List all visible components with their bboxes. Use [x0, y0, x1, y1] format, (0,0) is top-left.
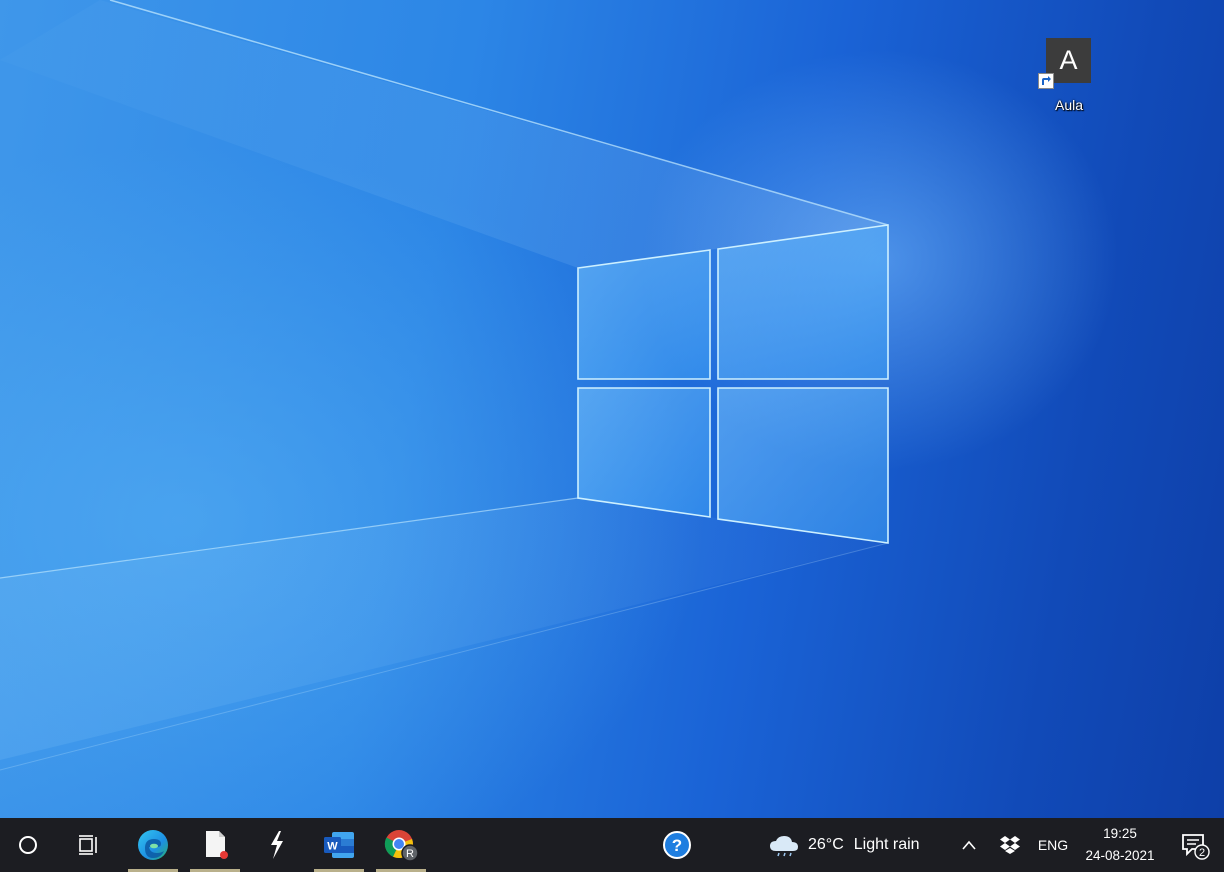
taskbar: W R ? 26°C Light rain ENG 19:25 24-08-20… [0, 818, 1224, 872]
wallpaper-graphic [0, 0, 889, 771]
word-letter: W [327, 841, 338, 853]
desktop-background: A Aula [0, 0, 1224, 818]
weather-condition: Light rain [853, 836, 920, 853]
clock-date: 24-08-2021 [1085, 848, 1155, 863]
language-indicator[interactable]: ENG [1032, 818, 1074, 872]
taskbar-word-button[interactable]: W [314, 818, 364, 872]
notification-count: 2 [1199, 847, 1205, 859]
weather-temperature: 26°C [808, 836, 844, 853]
dropbox-tray-button[interactable] [994, 818, 1026, 872]
show-hidden-icons-button[interactable] [952, 818, 986, 872]
chrome-profile-badge: R [406, 848, 414, 860]
desktop-shortcut-label: Aula [1054, 97, 1084, 113]
document-icon [206, 831, 228, 859]
weather-widget[interactable]: 26°C Light rain [768, 818, 944, 872]
taskbar-file-button[interactable] [190, 818, 240, 872]
task-view-button[interactable] [64, 818, 112, 872]
lightning-app-icon [271, 831, 283, 859]
taskbar-app-button[interactable] [252, 818, 302, 872]
cloud-rain-icon [770, 836, 798, 857]
language-label: ENG [1037, 837, 1069, 853]
help-symbol: ? [672, 836, 682, 855]
chevron-up-icon [962, 840, 976, 850]
chrome-icon: R [384, 830, 419, 862]
help-icon: ? [663, 831, 691, 859]
desktop-shortcut-aula[interactable]: A Aula [1030, 36, 1108, 120]
taskbar-chrome-button[interactable]: R [376, 818, 426, 872]
clock[interactable]: 19:25 24-08-2021 [1078, 818, 1162, 872]
search-button[interactable] [4, 818, 52, 872]
clock-time: 19:25 [1103, 826, 1137, 841]
shortcut-arrow-icon [1038, 73, 1054, 89]
taskbar-help-button[interactable]: ? [652, 818, 702, 872]
task-view-icon [79, 835, 97, 855]
edge-icon [138, 830, 168, 860]
taskbar-edge-button[interactable] [128, 818, 178, 872]
action-center-button[interactable]: 2 [1172, 818, 1216, 872]
notification-icon: 2 [1182, 834, 1210, 860]
dropbox-icon [1000, 836, 1020, 854]
cortana-circle-icon [19, 836, 37, 854]
word-icon: W [324, 832, 354, 858]
